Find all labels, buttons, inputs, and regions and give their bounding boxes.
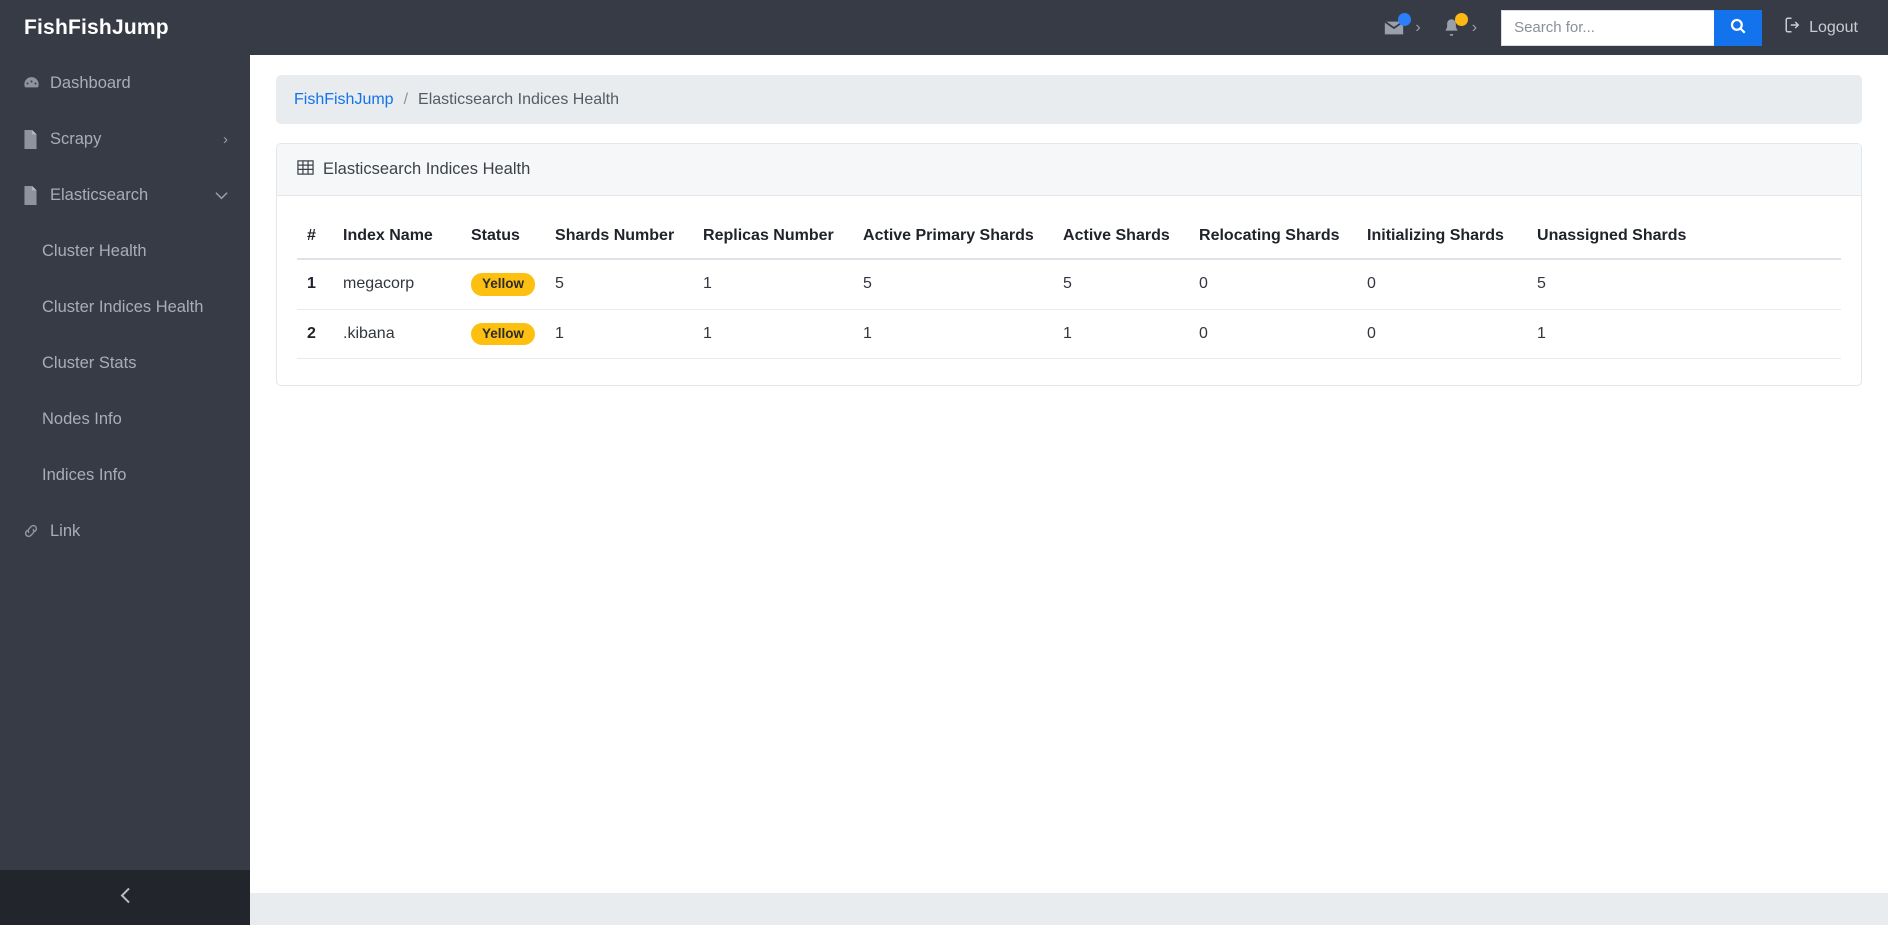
column-header-relocating-shards: Relocating Shards	[1189, 214, 1358, 260]
table-row[interactable]: 1 megacorp Yellow 5 1 5 5 0 0 5	[297, 259, 1841, 310]
sidebar-item-label: Link	[50, 521, 81, 540]
cell-num: 1	[297, 259, 333, 310]
sidebar-item-nodes-info[interactable]: Nodes Info	[0, 391, 250, 447]
main-inner: FishFishJump / Elasticsearch Indices Hea…	[250, 55, 1888, 387]
column-header-active-shards: Active Shards	[1053, 214, 1190, 260]
cell-relocating-shards: 0	[1189, 309, 1358, 360]
chevron-right-icon: ›	[1415, 18, 1421, 36]
sidebar-sub-label: Nodes Info	[42, 409, 122, 428]
status-badge: Yellow	[471, 322, 536, 346]
search-input[interactable]	[1501, 9, 1715, 46]
page-footer	[250, 893, 1888, 925]
sidebar: Dashboard Scrapy › Elasticsearch Cluster	[0, 55, 250, 925]
cell-replicas-number: 1	[693, 259, 854, 310]
status-badge: Yellow	[471, 273, 536, 296]
notifications-menu[interactable]: ›	[1431, 0, 1487, 55]
card-title: Elasticsearch Indices Health	[323, 160, 531, 178]
search-icon	[1729, 17, 1747, 38]
logout-button[interactable]: Logout	[1762, 16, 1874, 39]
search-submit-button[interactable]	[1714, 9, 1763, 46]
table-icon	[297, 159, 314, 181]
link-icon	[22, 522, 46, 540]
tachometer-icon	[22, 74, 46, 93]
table-header-row: # Index Name Status Shards Number Replic…	[297, 214, 1841, 260]
file-icon	[22, 185, 46, 205]
sidebar-item-scrapy[interactable]: Scrapy ›	[0, 111, 250, 167]
chevron-left-icon	[120, 887, 131, 909]
breadcrumb: FishFishJump / Elasticsearch Indices Hea…	[276, 75, 1862, 124]
cell-replicas-number: 1	[693, 309, 854, 360]
search-form	[1501, 9, 1763, 46]
card-header: Elasticsearch Indices Health	[277, 144, 1861, 196]
cell-index-name: .kibana	[333, 309, 461, 360]
cell-num: 2	[297, 309, 333, 360]
sidebar-item-label: Scrapy	[50, 129, 102, 148]
column-header-shards-number: Shards Number	[545, 214, 694, 260]
sign-out-icon	[1784, 16, 1802, 39]
main-content: FishFishJump / Elasticsearch Indices Hea…	[250, 55, 1888, 925]
column-header-active-primary-shards: Active Primary Shards	[853, 214, 1054, 260]
sidebar-item-cluster-indices-health[interactable]: Cluster Indices Health	[0, 279, 250, 335]
topbar-actions: › › Search for... Logout	[1373, 0, 1888, 55]
cell-status: Yellow	[461, 259, 546, 310]
chevron-right-icon: ›	[1471, 18, 1478, 36]
sidebar-item-dashboard[interactable]: Dashboard	[0, 55, 250, 111]
cell-active-primary-shards: 1	[853, 309, 1054, 360]
column-header-replicas-number: Replicas Number	[693, 214, 854, 260]
table-head: # Index Name Status Shards Number Replic…	[297, 214, 1841, 260]
cell-unassigned-shards: 1	[1527, 309, 1841, 360]
sidebar-collapse-button[interactable]	[0, 870, 250, 925]
envelope-icon	[1383, 12, 1412, 39]
cell-index-name: megacorp	[333, 259, 461, 310]
card-body: # Index Name Status Shards Number Replic…	[277, 196, 1861, 385]
cell-initializing-shards: 0	[1357, 309, 1528, 360]
sidebar-item-elasticsearch[interactable]: Elasticsearch	[0, 167, 250, 223]
bell-icon	[1441, 12, 1468, 39]
column-header-status: Status	[461, 214, 546, 260]
sidebar-item-label: Dashboard	[50, 73, 131, 92]
cell-active-primary-shards: 5	[853, 259, 1054, 310]
sidebar-sub-label: Cluster Health	[42, 241, 147, 260]
column-header-num: #	[297, 214, 333, 260]
sidebar-item-cluster-health[interactable]: Cluster Health	[0, 223, 250, 279]
file-icon	[22, 129, 46, 149]
column-header-unassigned-shards: Unassigned Shards	[1527, 214, 1841, 260]
column-header-initializing-shards: Initializing Shards	[1357, 214, 1528, 260]
sidebar-item-link[interactable]: Link	[0, 503, 250, 559]
cell-shards-number: 1	[545, 309, 694, 360]
cell-status: Yellow	[461, 309, 546, 360]
cell-unassigned-shards: 5	[1527, 259, 1841, 310]
chevron-right-icon: ›	[223, 130, 228, 148]
cell-active-shards: 1	[1053, 309, 1190, 360]
sidebar-item-cluster-stats[interactable]: Cluster Stats	[0, 335, 250, 391]
notifications-badge-dot	[1454, 12, 1468, 26]
sidebar-sub-label: Indices Info	[42, 465, 127, 484]
breadcrumb-current: Elasticsearch Indices Health	[418, 90, 620, 108]
messages-badge-dot	[1398, 12, 1412, 26]
table-body: 1 megacorp Yellow 5 1 5 5 0 0 5 2 .kiban…	[297, 259, 1841, 360]
sidebar-item-indices-info[interactable]: Indices Info	[0, 447, 250, 503]
cell-active-shards: 5	[1053, 259, 1190, 310]
messages-menu[interactable]: ›	[1373, 0, 1430, 55]
sidebar-sub-label: Cluster Indices Health	[42, 297, 204, 316]
cell-relocating-shards: 0	[1189, 259, 1358, 310]
indices-health-card: Elasticsearch Indices Health # Index Nam…	[276, 143, 1862, 387]
column-header-index-name: Index Name	[333, 214, 461, 260]
top-navbar: FishFishJump › › Search for... Logout	[0, 0, 1888, 55]
cell-initializing-shards: 0	[1357, 259, 1528, 310]
table-row[interactable]: 2 .kibana Yellow 1 1 1 1 0 0 1	[297, 309, 1841, 360]
breadcrumb-root-link[interactable]: FishFishJump	[294, 91, 394, 109]
cell-shards-number: 5	[545, 259, 694, 310]
indices-health-table: # Index Name Status Shards Number Replic…	[297, 214, 1841, 360]
breadcrumb-separator: /	[403, 90, 409, 108]
sidebar-sub-label: Cluster Stats	[42, 353, 137, 372]
sidebar-item-label: Elasticsearch	[50, 185, 149, 204]
app-brand[interactable]: FishFishJump	[0, 16, 250, 40]
logout-label: Logout	[1809, 18, 1858, 36]
chevron-down-icon	[215, 188, 228, 203]
